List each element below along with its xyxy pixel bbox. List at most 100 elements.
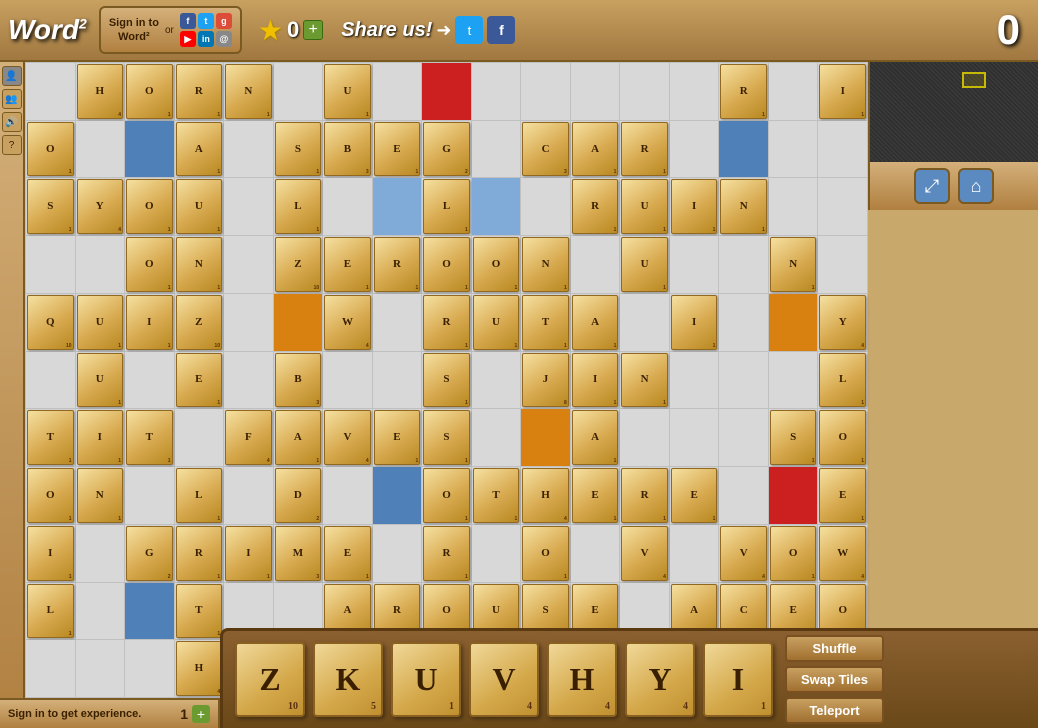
cell-3-6[interactable]: E1 (323, 236, 372, 293)
cell-3-11[interactable] (571, 236, 620, 293)
cell-2-5[interactable]: L1 (274, 178, 323, 235)
cell-6-8[interactable]: S1 (422, 409, 471, 466)
cell-0-0[interactable] (26, 63, 75, 120)
cell-5-11[interactable]: I1 (571, 352, 620, 409)
swap-tiles-button[interactable]: Swap Tiles (785, 666, 884, 693)
cell-7-5[interactable]: D2 (274, 467, 323, 524)
cell-2-7[interactable] (373, 178, 422, 235)
cell-5-10[interactable]: J8 (521, 352, 570, 409)
rack-tile-i[interactable]: I1 (703, 642, 773, 717)
twitter-icon[interactable]: t (198, 13, 214, 29)
cell-1-3[interactable]: A1 (175, 121, 224, 178)
cell-6-1[interactable]: I1 (76, 409, 125, 466)
rack-tile-k[interactable]: K5 (313, 642, 383, 717)
cell-8-2[interactable]: G2 (125, 525, 174, 582)
cell-5-4[interactable] (224, 352, 273, 409)
cell-4-14[interactable] (719, 294, 768, 351)
cell-7-16[interactable]: E1 (818, 467, 867, 524)
cell-8-14[interactable]: V4 (719, 525, 768, 582)
cell-0-3[interactable]: R1 (175, 63, 224, 120)
cell-10-2[interactable] (125, 640, 174, 697)
cell-1-11[interactable]: A1 (571, 121, 620, 178)
cell-7-4[interactable] (224, 467, 273, 524)
youtube-icon[interactable]: ▶ (180, 31, 196, 47)
cell-4-10[interactable]: T1 (521, 294, 570, 351)
cell-0-4[interactable]: N1 (224, 63, 273, 120)
cell-6-13[interactable] (670, 409, 719, 466)
cell-0-14[interactable]: R1 (719, 63, 768, 120)
cell-6-10[interactable] (521, 409, 570, 466)
cell-3-0[interactable] (26, 236, 75, 293)
cell-8-10[interactable]: O1 (521, 525, 570, 582)
cell-10-3[interactable]: H4 (175, 640, 224, 697)
linkedin-icon[interactable]: in (198, 31, 214, 47)
cell-1-10[interactable]: C3 (521, 121, 570, 178)
cell-6-2[interactable]: T1 (125, 409, 174, 466)
cell-5-12[interactable]: N1 (620, 352, 669, 409)
facebook-icon[interactable]: f (180, 13, 196, 29)
cell-4-2[interactable]: I1 (125, 294, 174, 351)
cell-7-11[interactable]: E1 (571, 467, 620, 524)
cell-0-10[interactable] (521, 63, 570, 120)
cell-4-12[interactable] (620, 294, 669, 351)
home-button[interactable]: ⌂ (958, 168, 994, 204)
cell-2-14[interactable]: N1 (719, 178, 768, 235)
cell-8-5[interactable]: M3 (274, 525, 323, 582)
cell-5-3[interactable]: E1 (175, 352, 224, 409)
cell-2-1[interactable]: Y4 (76, 178, 125, 235)
cell-6-12[interactable] (620, 409, 669, 466)
cell-7-0[interactable]: O1 (26, 467, 75, 524)
cell-7-12[interactable]: R1 (620, 467, 669, 524)
cell-0-11[interactable] (571, 63, 620, 120)
add-score-button[interactable]: + (192, 705, 210, 723)
cell-3-9[interactable]: O1 (472, 236, 521, 293)
expand-button[interactable]: ⤢ (914, 168, 950, 204)
cell-4-16[interactable]: Y4 (818, 294, 867, 351)
cell-5-2[interactable] (125, 352, 174, 409)
cell-0-9[interactable] (472, 63, 521, 120)
cell-4-8[interactable]: R1 (422, 294, 471, 351)
cell-6-7[interactable]: E1 (373, 409, 422, 466)
cell-4-11[interactable]: A1 (571, 294, 620, 351)
cell-4-6[interactable]: W4 (323, 294, 372, 351)
cell-7-14[interactable] (719, 467, 768, 524)
cell-5-7[interactable] (373, 352, 422, 409)
cell-10-1[interactable] (76, 640, 125, 697)
cell-7-3[interactable]: L1 (175, 467, 224, 524)
rack-tile-v[interactable]: V4 (469, 642, 539, 717)
cell-4-3[interactable]: Z10 (175, 294, 224, 351)
cell-7-10[interactable]: H4 (521, 467, 570, 524)
cell-4-13[interactable]: I1 (670, 294, 719, 351)
cell-3-5[interactable]: Z10 (274, 236, 323, 293)
sign-in-box[interactable]: Sign in to Word² or f t g ▶ in @ (99, 6, 242, 54)
help-button[interactable]: ? (2, 135, 22, 155)
cell-3-14[interactable] (719, 236, 768, 293)
cell-0-13[interactable] (670, 63, 719, 120)
shuffle-button[interactable]: Shuffle (785, 635, 884, 662)
cell-1-14[interactable] (719, 121, 768, 178)
cell-2-12[interactable]: U1 (620, 178, 669, 235)
teleport-button[interactable]: Teleport (785, 697, 884, 724)
cell-3-15[interactable]: N1 (769, 236, 818, 293)
cell-4-5[interactable] (274, 294, 323, 351)
friends-button[interactable]: 👥 (2, 89, 22, 109)
cell-5-13[interactable] (670, 352, 719, 409)
cell-2-6[interactable] (323, 178, 372, 235)
cell-4-4[interactable] (224, 294, 273, 351)
cell-9-0[interactable]: L1 (26, 583, 75, 640)
cell-1-2[interactable] (125, 121, 174, 178)
cell-2-16[interactable] (818, 178, 867, 235)
cell-9-3[interactable]: T1 (175, 583, 224, 640)
cell-1-13[interactable] (670, 121, 719, 178)
cell-1-16[interactable] (818, 121, 867, 178)
cell-0-16[interactable]: I1 (818, 63, 867, 120)
cell-0-7[interactable] (373, 63, 422, 120)
cell-8-12[interactable]: V4 (620, 525, 669, 582)
cell-7-8[interactable]: O1 (422, 467, 471, 524)
sound-button[interactable]: 🔊 (2, 112, 22, 132)
cell-9-1[interactable] (76, 583, 125, 640)
add-star-button[interactable]: + (303, 20, 323, 40)
cell-1-15[interactable] (769, 121, 818, 178)
rack-tile-h[interactable]: H4 (547, 642, 617, 717)
cell-3-10[interactable]: N1 (521, 236, 570, 293)
